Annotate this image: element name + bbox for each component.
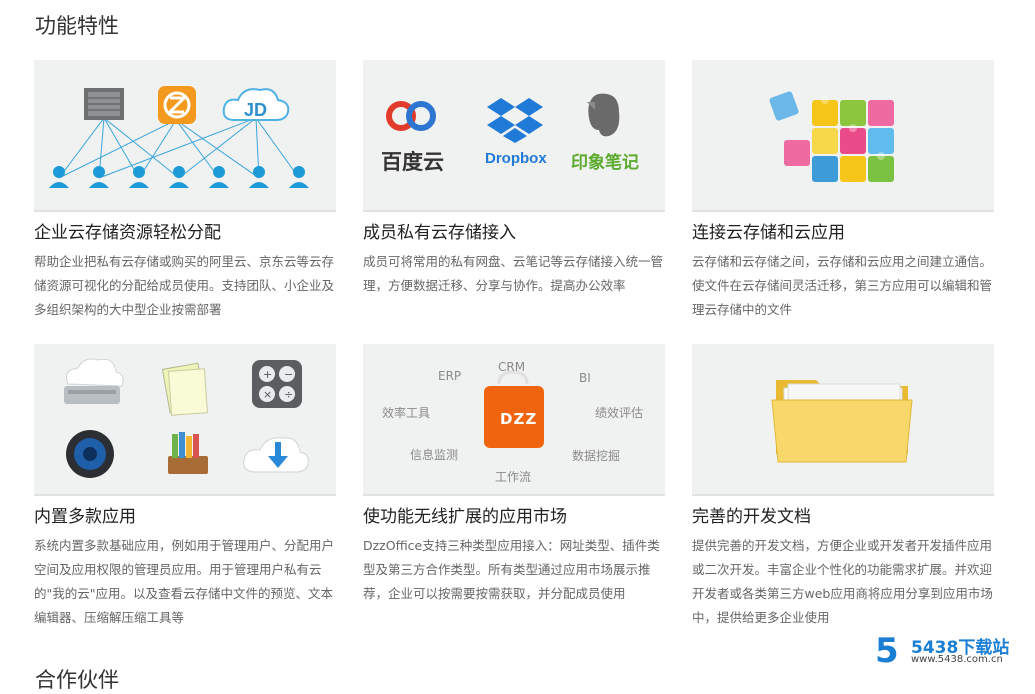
section-title: 功能特性 <box>35 14 119 38</box>
svg-text:−: − <box>284 368 293 381</box>
feature-card-dev-docs: 完善的开发文档 提供完善的开发文档，方便企业或开发者开发插件应用或二次开发。丰富… <box>692 344 994 630</box>
evernote-label: 印象笔记 <box>571 153 639 173</box>
market-label-erp: ERP <box>438 369 462 383</box>
feature-image: 百度云 Dropbox 印象笔记 <box>363 60 665 212</box>
card-description: 成员可将常用的私有网盘、云笔记等云存储接入统一管理，方便数据迁移、分享与协作。提… <box>363 254 664 293</box>
jd-cloud-icon: JD <box>222 88 290 121</box>
user-icon <box>49 166 309 188</box>
feature-card-storage-allocation: JD 企业云存储资源轻松分配 帮助企业把私有云存储或购买的阿里云、京东云等云存储… <box>34 60 336 322</box>
cloud-download-icon <box>243 437 309 473</box>
watermark-logo: 5 <box>875 631 899 671</box>
dzz-label: DZZ <box>500 410 538 428</box>
feature-image <box>692 344 994 496</box>
card-title: 内置多款应用 <box>34 507 136 527</box>
partners-section-title: 合作伙伴 <box>35 668 119 692</box>
market-label-performance: 绩效评估 <box>595 406 644 420</box>
market-label-workflow: 工作流 <box>495 470 532 484</box>
dropbox-logo <box>487 98 543 143</box>
puzzle-icon <box>769 91 894 182</box>
market-label-data-mining: 数据挖掘 <box>572 449 621 463</box>
cloud-drive-icon <box>64 358 124 404</box>
feature-image: + − × ÷ <box>34 344 336 496</box>
speaker-icon <box>66 430 114 478</box>
server-icon <box>84 88 124 120</box>
dropbox-label: Dropbox <box>485 150 547 167</box>
notepad-icon <box>161 362 209 416</box>
card-title: 连接云存储和云应用 <box>692 223 845 243</box>
watermark-url: www.5438.com.cn <box>911 654 1003 665</box>
bookshelf-icon <box>168 432 208 474</box>
market-label-crm: CRM <box>498 360 526 374</box>
feature-card-app-market: DZZ CRM ERP BI 效率工具 绩效评估 信息监测 数据挖掘 工作流 使… <box>363 344 665 630</box>
calculator-icon: + − × ÷ <box>252 360 302 408</box>
svg-text:JD: JD <box>244 100 267 120</box>
svg-text:÷: ÷ <box>284 388 293 401</box>
feature-image <box>692 60 994 212</box>
feature-card-cloud-connect: 连接云存储和云应用 云存储和云存储之间，云存储和云应用之间建立通信。使文件在云存… <box>692 60 994 322</box>
card-title: 企业云存储资源轻松分配 <box>34 223 221 243</box>
card-title: 成员私有云存储接入 <box>363 223 516 243</box>
feature-card-builtin-apps: + − × ÷ 内置多款应用 系统内置多款基础应用，例如用于管理用户、分配用户空… <box>34 344 336 630</box>
svg-text:×: × <box>263 388 272 401</box>
dzz-icon <box>158 86 196 124</box>
svg-text:+: + <box>263 368 272 381</box>
site-watermark: 5 5438下载站 www.5438.com.cn <box>875 631 1025 671</box>
market-label-efficiency-tools: 效率工具 <box>382 406 431 420</box>
feature-image: JD <box>34 60 336 212</box>
market-label-monitoring: 信息监测 <box>410 448 459 462</box>
card-description: 云存储和云存储之间，云存储和云应用之间建立通信。使文件在云存储间灵活迁移，第三方… <box>692 254 993 317</box>
card-description: 提供完善的开发文档，方便企业或开发者开发插件应用或二次开发。丰富企业个性化的功能… <box>692 538 993 625</box>
card-description: 系统内置多款基础应用，例如用于管理用户、分配用户空间及应用权限的管理员应用。用于… <box>34 538 335 625</box>
baidu-cloud-label: 百度云 <box>381 150 444 174</box>
evernote-logo <box>587 93 620 137</box>
folder-icon <box>771 380 913 463</box>
market-label-bi: BI <box>579 371 591 385</box>
card-description: 帮助企业把私有云存储或购买的阿里云、京东云等云存储资源可视化的分配给成员使用。支… <box>34 254 335 317</box>
card-description: DzzOffice支持三种类型应用接入：网址类型、插件类型及第三方合作类型。所有… <box>363 538 660 601</box>
feature-image: DZZ CRM ERP BI 效率工具 绩效评估 信息监测 数据挖掘 工作流 <box>363 344 665 496</box>
baidu-cloud-logo <box>386 101 436 131</box>
card-title: 使功能无线扩展的应用市场 <box>363 507 567 527</box>
feature-card-private-storage: 百度云 Dropbox 印象笔记 成员私有云存储接入 成员可将常用的私有网盘、云… <box>363 60 665 322</box>
card-title: 完善的开发文档 <box>692 507 811 527</box>
